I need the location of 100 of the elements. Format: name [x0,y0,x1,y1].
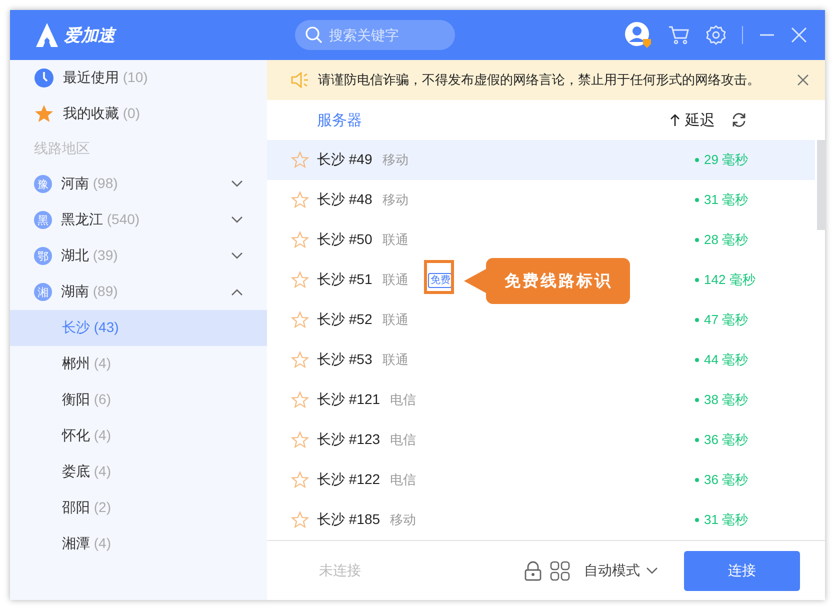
status-dot [695,358,699,362]
star-outline-icon[interactable] [291,151,309,169]
latency-value: 142 毫秒 [704,271,756,289]
status-dot [695,238,699,242]
city-item[interactable]: 怀化 (4) [10,418,267,454]
server-row[interactable]: 长沙 #53 联通 44 毫秒 [267,340,815,380]
latency-value: 36 毫秒 [704,471,748,489]
status-dot [695,158,699,162]
status-dot [695,398,699,402]
carrier-label: 电信 [390,431,416,449]
server-name: 长沙 #53 [317,351,372,369]
chevron-down-icon[interactable] [231,216,243,224]
status-dot [695,438,699,442]
chevron-up-icon[interactable] [231,288,243,296]
settings-icon[interactable] [706,25,726,45]
latency-value: 36 毫秒 [704,431,748,449]
avatar-icon[interactable] [624,21,652,49]
search-icon [305,26,323,44]
server-name: 长沙 #48 [317,191,372,209]
city-item[interactable]: 邵阳 (2) [10,490,267,526]
star-outline-icon[interactable] [291,231,309,249]
region-badge: 湘 [34,283,52,301]
star-outline-icon[interactable] [291,471,309,489]
status-dot [695,518,699,522]
lock-icon[interactable] [524,560,542,580]
server-row[interactable]: 长沙 #185 移动 31 毫秒 [267,500,815,540]
star-outline-icon[interactable] [291,431,309,449]
region-badge: 黑 [34,211,52,229]
carrier-label: 联通 [382,351,408,369]
free-tag: 免费 [428,272,452,288]
region-badge: 豫 [34,175,52,193]
carrier-label: 联通 [382,271,408,289]
star-outline-icon[interactable] [291,191,309,209]
cart-icon[interactable] [668,25,690,45]
server-row[interactable]: 长沙 #123 电信 36 毫秒 [267,420,815,460]
status-dot [695,278,699,282]
star-outline-icon[interactable] [291,511,309,529]
carrier-label: 移动 [382,151,408,169]
city-item[interactable]: 娄底 (4) [10,454,267,490]
carrier-label: 移动 [382,191,408,209]
clock-icon [34,68,54,88]
search-box[interactable]: 搜索关键字 [295,20,455,50]
star-outline-icon[interactable] [291,311,309,329]
section-title: 线路地区 [33,139,91,158]
server-name: 长沙 #49 [317,151,372,169]
carrier-label: 联通 [382,311,408,329]
column-header[interactable]: 服务器 [317,110,670,130]
callout-pointer [464,269,486,293]
chevron-down-icon[interactable] [231,252,243,260]
server-name: 长沙 #123 [317,431,380,449]
region-item[interactable]: 黑龙江 (540) [61,211,140,229]
server-row[interactable]: 长沙 #121 电信 38 毫秒 [267,380,815,420]
region-item[interactable]: 河南 (98) [61,175,118,193]
carrier-label: 电信 [390,471,416,489]
scrollbar[interactable] [817,140,825,230]
carrier-label: 联通 [382,231,408,249]
city-item[interactable]: 郴州 (4) [10,346,267,382]
server-name: 长沙 #122 [317,471,380,489]
sort-header[interactable]: 延迟 [670,110,715,130]
carrier-label: 移动 [390,511,416,529]
region-item[interactable]: 湖北 (39) [61,247,118,265]
connection-status: 未连接 [319,562,362,580]
server-row[interactable]: 长沙 #49 移动 29 毫秒 [267,140,815,180]
server-row[interactable]: 长沙 #122 电信 36 毫秒 [267,460,815,500]
latency-value: 28 毫秒 [704,231,748,249]
carrier-label: 电信 [390,391,416,409]
sidebar-item[interactable]: 我的收藏 (0) [10,96,267,132]
city-item[interactable]: 湘潭 (4) [10,526,267,562]
sidebar-item[interactable]: 最近使用 (10) [10,60,267,96]
logo-icon [34,22,60,48]
status-dot [695,198,699,202]
server-name: 长沙 #50 [317,231,372,249]
close-icon[interactable] [797,74,809,86]
latency-value: 38 毫秒 [704,391,748,409]
status-dot [695,318,699,322]
star-outline-icon[interactable] [291,391,309,409]
latency-value: 44 毫秒 [704,351,748,369]
star-outline-icon[interactable] [291,351,309,369]
chevron-down-icon[interactable] [231,180,243,188]
server-row[interactable]: 长沙 #48 移动 31 毫秒 [267,180,815,220]
star-icon [34,104,54,124]
app-name: 爱加速 [64,24,115,46]
highlight-frame [424,260,454,294]
speaker-icon [291,72,309,88]
connect-button[interactable]: 连接 [684,550,800,590]
server-name: 长沙 #185 [317,511,380,529]
notice-text: 请谨防电信诈骗，不得发布虚假的网络言论，禁止用于任何形式的网络攻击。 [318,71,761,89]
refresh-icon[interactable] [731,112,747,128]
server-name: 长沙 #51 [317,271,372,289]
latency-value: 29 毫秒 [704,151,748,169]
grid-icon [550,560,570,580]
latency-value: 47 毫秒 [704,311,748,329]
search-field[interactable]: 搜索关键字 [329,27,439,43]
city-item[interactable]: 衡阳 (6) [10,382,267,418]
server-row[interactable]: 长沙 #50 联通 28 毫秒 [267,220,815,260]
mode-selector[interactable]: 自动模式 [584,562,658,580]
server-name: 长沙 #121 [317,391,380,409]
region-item[interactable]: 湖南 (89) [61,283,118,301]
region-badge: 鄂 [34,247,52,265]
star-outline-icon[interactable] [291,271,309,289]
